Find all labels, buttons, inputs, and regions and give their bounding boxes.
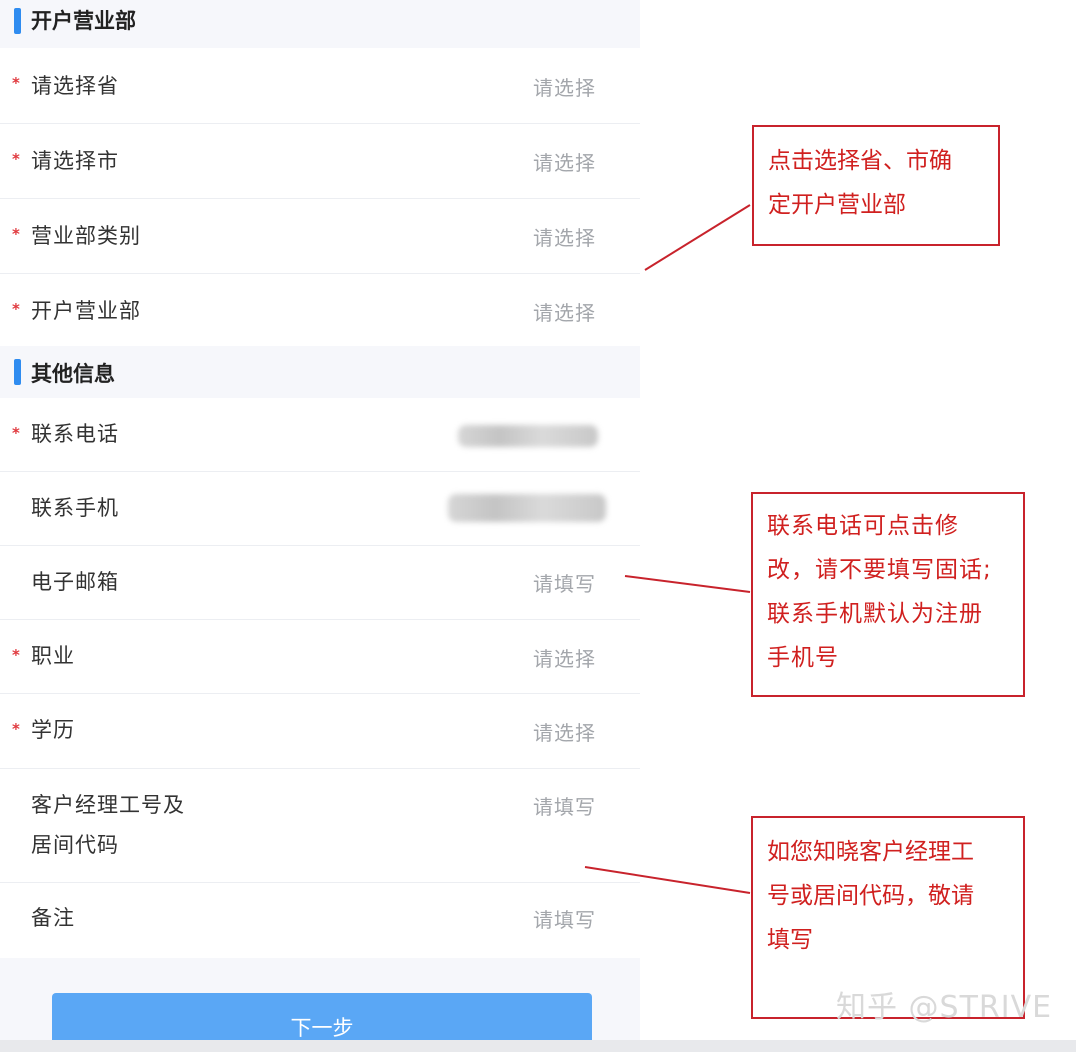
masked-phone-value[interactable] [458,425,598,447]
manager-code-input[interactable]: 请填写 [533,791,596,820]
note-line: 改，请不要填写固话; [767,557,992,583]
field-label-line1: 客户经理工号及 [31,793,185,817]
field-label: 联系电话 [31,422,119,446]
note-line: 联系电话可点击修 [767,513,959,539]
field-label: 营业部类别 [31,224,141,248]
email-row[interactable]: 电子邮箱 请填写 [0,546,640,620]
section-accent-bar [14,359,21,385]
field-label: 学历 [31,718,75,742]
mobile-row: 联系手机 [0,472,640,546]
field-label-line2: 居间代码 [31,833,119,857]
annotation-line-1 [644,204,751,271]
field-label: 联系手机 [31,496,119,520]
account-form: 开户营业部 * 请选择省 请选择 * 请选择市 请选择 * 营业部类别 请选择 … [0,0,640,1052]
branch-select-row[interactable]: * 开户营业部 请选择 [0,274,640,346]
field-label: 职业 [31,644,75,668]
section-accent-bar [14,8,21,34]
note-line: 如您知晓客户经理工 [767,839,974,865]
select-placeholder[interactable]: 请选择 [533,717,596,746]
select-placeholder[interactable]: 请选择 [533,72,596,101]
email-input[interactable]: 请填写 [533,568,596,597]
required-star-icon: * [12,720,20,738]
note-line: 联系手机默认为注册 [767,601,983,627]
education-select-row[interactable]: * 学历 请选择 [0,694,640,769]
section-title: 其他信息 [31,362,115,386]
field-label: 开户营业部 [31,299,141,323]
required-star-icon: * [12,646,20,664]
watermark: 知乎 @STRIVE [836,990,1053,1025]
select-placeholder[interactable]: 请选择 [533,222,596,251]
note-line: 手机号 [767,645,839,671]
manager-code-row[interactable]: 客户经理工号及 居间代码 请填写 [0,769,640,883]
note-line: 号或居间代码，敬请 [767,883,974,909]
occupation-select-row[interactable]: * 职业 请选择 [0,620,640,694]
field-label: 电子邮箱 [31,570,119,594]
required-star-icon: * [12,424,20,442]
annotation-note-contact: 联系电话可点击修 改，请不要填写固话; 联系手机默认为注册 手机号 [751,492,1025,697]
remark-input[interactable]: 请填写 [533,904,596,933]
note-line: 定开户营业部 [768,192,906,218]
annotation-line-2 [624,575,751,593]
select-placeholder[interactable]: 请选择 [533,147,596,176]
field-label: 请选择省 [31,74,119,98]
required-star-icon: * [12,74,20,92]
select-placeholder[interactable]: 请选择 [533,297,596,326]
select-placeholder[interactable]: 请选择 [533,643,596,672]
province-select-row[interactable]: * 请选择省 请选择 [0,48,640,124]
field-label: 备注 [31,906,75,930]
section-header-branch: 开户营业部 [0,0,640,48]
city-select-row[interactable]: * 请选择市 请选择 [0,124,640,199]
annotation-note-location: 点击选择省、市确 定开户营业部 [752,125,1000,246]
required-star-icon: * [12,225,20,243]
bottom-strip [0,1040,1076,1052]
required-star-icon: * [12,150,20,168]
masked-mobile-value [448,494,606,522]
note-line: 点击选择省、市确 [768,148,952,174]
section-title: 开户营业部 [31,9,136,33]
remark-row[interactable]: 备注 请填写 [0,883,640,958]
required-star-icon: * [12,300,20,318]
note-line: 填写 [767,927,813,953]
branch-type-select-row[interactable]: * 营业部类别 请选择 [0,199,640,274]
phone-row[interactable]: * 联系电话 [0,398,640,472]
field-label: 请选择市 [31,149,119,173]
section-header-other: 其他信息 [0,346,640,398]
